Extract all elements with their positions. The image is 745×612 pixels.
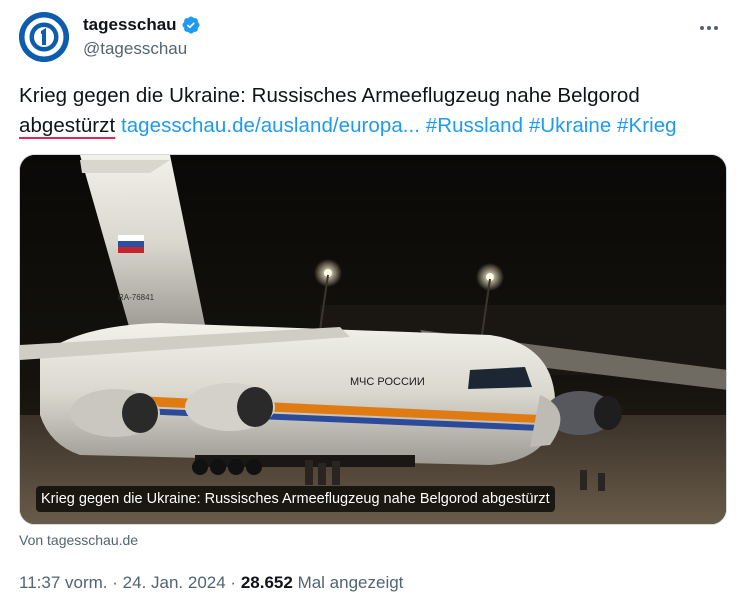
card-source[interactable]: Von tagesschau.de [19, 532, 138, 548]
tweet-meta: 11:37 vorm. · 24. Jan. 2024 · 28.652 Mal… [19, 573, 403, 593]
meta-separator: · [230, 573, 237, 592]
tweet-date[interactable]: 24. Jan. 2024 [123, 573, 226, 592]
views-count[interactable]: 28.652 [241, 573, 293, 592]
tweet-text-main: Krieg gegen die Ukraine: Russisches Arme… [19, 84, 640, 107]
hashtag-krieg[interactable]: #Krieg [617, 114, 677, 137]
tweet-text: Krieg gegen die Ukraine: Russisches Arme… [19, 81, 729, 141]
views-label: Mal angezeigt [297, 573, 404, 592]
meta-separator: · [112, 573, 118, 592]
user-handle[interactable]: @tagesschau [83, 39, 201, 59]
tweet-time[interactable]: 11:37 vorm. [19, 573, 108, 592]
display-name[interactable]: tagesschau [83, 15, 201, 35]
aircraft-photo: МЧС РОССИИ RA-76841 [20, 155, 726, 524]
tweet-header: tagesschau @tagesschau [19, 12, 729, 64]
hashtag-ukraine[interactable]: #Ukraine [529, 114, 611, 137]
avatar[interactable] [19, 12, 69, 62]
more-options-icon[interactable] [695, 18, 723, 38]
link-card[interactable]: МЧС РОССИИ RA-76841 Krieg gegen die Ukra… [19, 154, 727, 525]
tweet-text-underlined: abgestürzt [19, 114, 116, 137]
tagesschau-logo-icon [19, 12, 69, 62]
hashtag-russland[interactable]: #Russland [426, 114, 523, 137]
article-link[interactable]: tagesschau.de/ausland/europa... [121, 114, 420, 137]
verified-badge-icon [182, 16, 200, 34]
card-caption: Krieg gegen die Ukraine: Russisches Arme… [36, 486, 555, 512]
aircraft-registration-text: RA-76841 [118, 293, 155, 302]
display-name-text: tagesschau [83, 15, 177, 34]
aircraft-marking-text: МЧС РОССИИ [350, 376, 425, 388]
